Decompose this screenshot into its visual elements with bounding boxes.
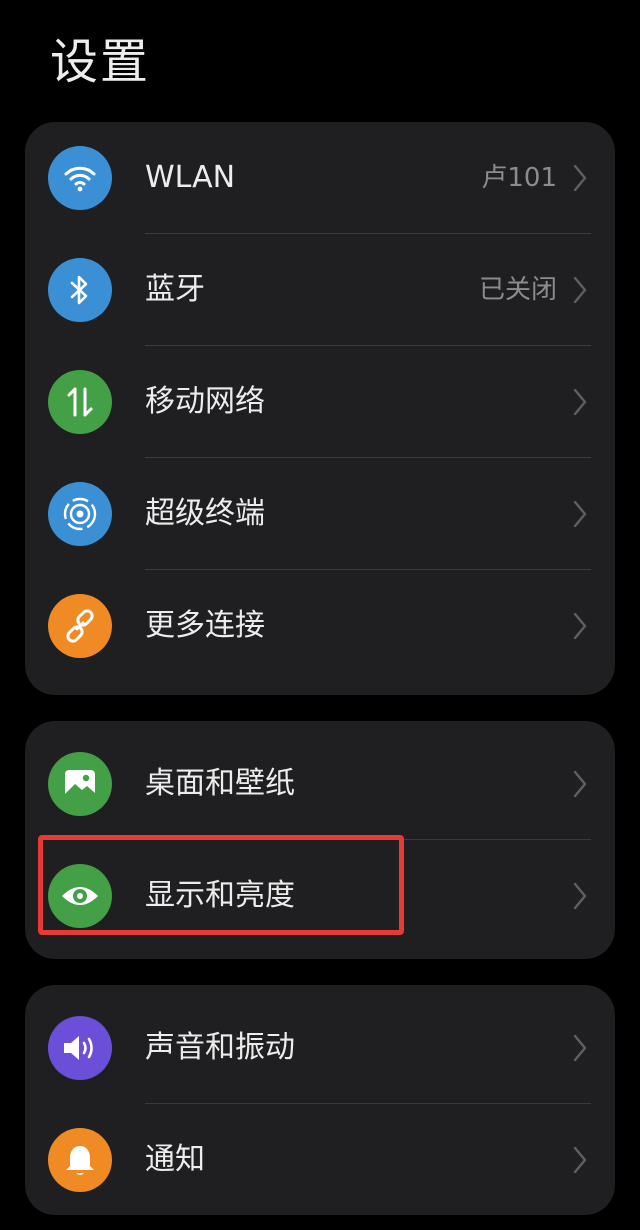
settings-item-more-connections[interactable]: 更多连接	[25, 570, 615, 682]
settings-group-connections: WLAN 卢101 蓝牙 已关闭 移动网络 超级终端 更多连接	[25, 122, 615, 695]
settings-item-super-device[interactable]: 超级终端	[25, 458, 615, 570]
settings-item-bluetooth[interactable]: 蓝牙 已关闭	[25, 234, 615, 346]
settings-item-label: 超级终端	[145, 496, 265, 531]
speaker-icon	[48, 1016, 112, 1080]
wifi-icon	[48, 146, 112, 210]
settings-item-label: 更多连接	[145, 608, 265, 643]
settings-item-label: 桌面和壁纸	[145, 766, 295, 801]
settings-item-label: WLAN	[145, 160, 236, 195]
settings-item-value: 卢101	[481, 163, 557, 193]
chevron-right-icon	[573, 164, 587, 192]
settings-group-display: 桌面和壁纸 显示和亮度	[25, 721, 615, 959]
settings-item-label: 移动网络	[145, 384, 265, 419]
page-title: 设置	[50, 34, 151, 90]
chevron-right-icon	[573, 276, 587, 304]
chevron-right-icon	[573, 1034, 587, 1062]
settings-group-sound: 声音和振动 通知	[25, 985, 615, 1215]
bell-icon	[48, 1128, 112, 1192]
settings-item-notifications[interactable]: 通知	[25, 1104, 615, 1215]
link-icon	[48, 594, 112, 658]
chevron-right-icon	[573, 770, 587, 798]
chevron-right-icon	[573, 388, 587, 416]
settings-item-wlan[interactable]: WLAN 卢101	[25, 122, 615, 234]
super-device-icon	[48, 482, 112, 546]
chevron-right-icon	[573, 882, 587, 910]
settings-item-sound-vibration[interactable]: 声音和振动	[25, 992, 615, 1104]
settings-item-value: 已关闭	[478, 275, 557, 305]
chevron-right-icon	[573, 612, 587, 640]
settings-item-display-brightness[interactable]: 显示和亮度	[25, 840, 615, 952]
settings-item-label: 声音和振动	[145, 1030, 295, 1065]
chevron-right-icon	[573, 1146, 587, 1174]
settings-item-label: 显示和亮度	[145, 878, 295, 913]
mobile-data-icon	[48, 370, 112, 434]
settings-item-label: 蓝牙	[145, 272, 205, 307]
settings-item-wallpaper[interactable]: 桌面和壁纸	[25, 728, 615, 840]
wallpaper-icon	[48, 752, 112, 816]
eye-icon	[48, 864, 112, 928]
bluetooth-icon	[48, 258, 112, 322]
settings-item-label: 通知	[145, 1142, 205, 1177]
settings-item-mobile-network[interactable]: 移动网络	[25, 346, 615, 458]
chevron-right-icon	[573, 500, 587, 528]
